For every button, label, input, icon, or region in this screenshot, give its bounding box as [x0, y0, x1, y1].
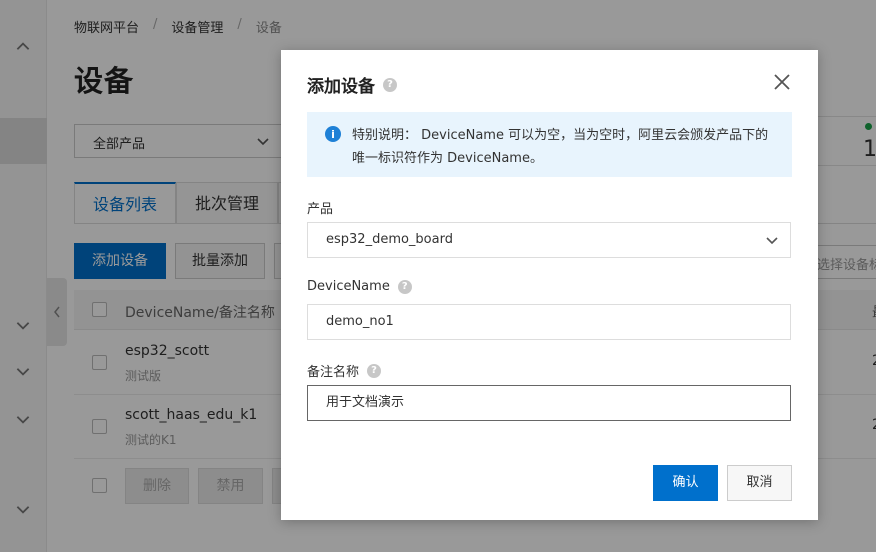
remark-label-text: 备注名称 — [307, 365, 360, 380]
help-icon[interactable]: ? — [397, 279, 412, 294]
chevron-down-icon — [766, 237, 778, 245]
confirm-button[interactable]: 确认 — [653, 465, 718, 501]
remark-input[interactable]: 用于文档演示 — [307, 385, 791, 421]
help-icon[interactable]: ? — [367, 363, 382, 378]
devicename-label-text: DeviceName — [307, 279, 390, 294]
devicename-input-value: demo_no1 — [326, 314, 394, 329]
product-select[interactable]: esp32_demo_board — [307, 222, 791, 258]
close-icon[interactable] — [772, 72, 792, 92]
cancel-button[interactable]: 取消 — [727, 465, 792, 501]
product-label: 产品 — [307, 198, 333, 217]
product-label-text: 产品 — [307, 202, 334, 217]
remark-label: 备注名称 ? — [307, 361, 382, 380]
notice-text: 特别说明： DeviceName 可以为空，当为空时，阿里云会颁发产品下的唯一标… — [352, 128, 769, 166]
help-icon[interactable]: ? — [383, 77, 397, 92]
dialog-title-text: 添加设备 — [307, 77, 375, 97]
remark-input-value: 用于文档演示 — [326, 395, 405, 410]
add-device-dialog: 添加设备 ? i 特别说明： DeviceName 可以为空，当为空时，阿里云会… — [281, 50, 818, 520]
dialog-title: 添加设备 ? — [307, 72, 397, 97]
product-select-value: esp32_demo_board — [326, 232, 453, 247]
devicename-input[interactable]: demo_no1 — [307, 304, 791, 340]
notice-banner: i 特别说明： DeviceName 可以为空，当为空时，阿里云会颁发产品下的唯… — [307, 112, 792, 177]
info-icon: i — [325, 126, 341, 142]
devicename-label: DeviceName ? — [307, 279, 412, 294]
